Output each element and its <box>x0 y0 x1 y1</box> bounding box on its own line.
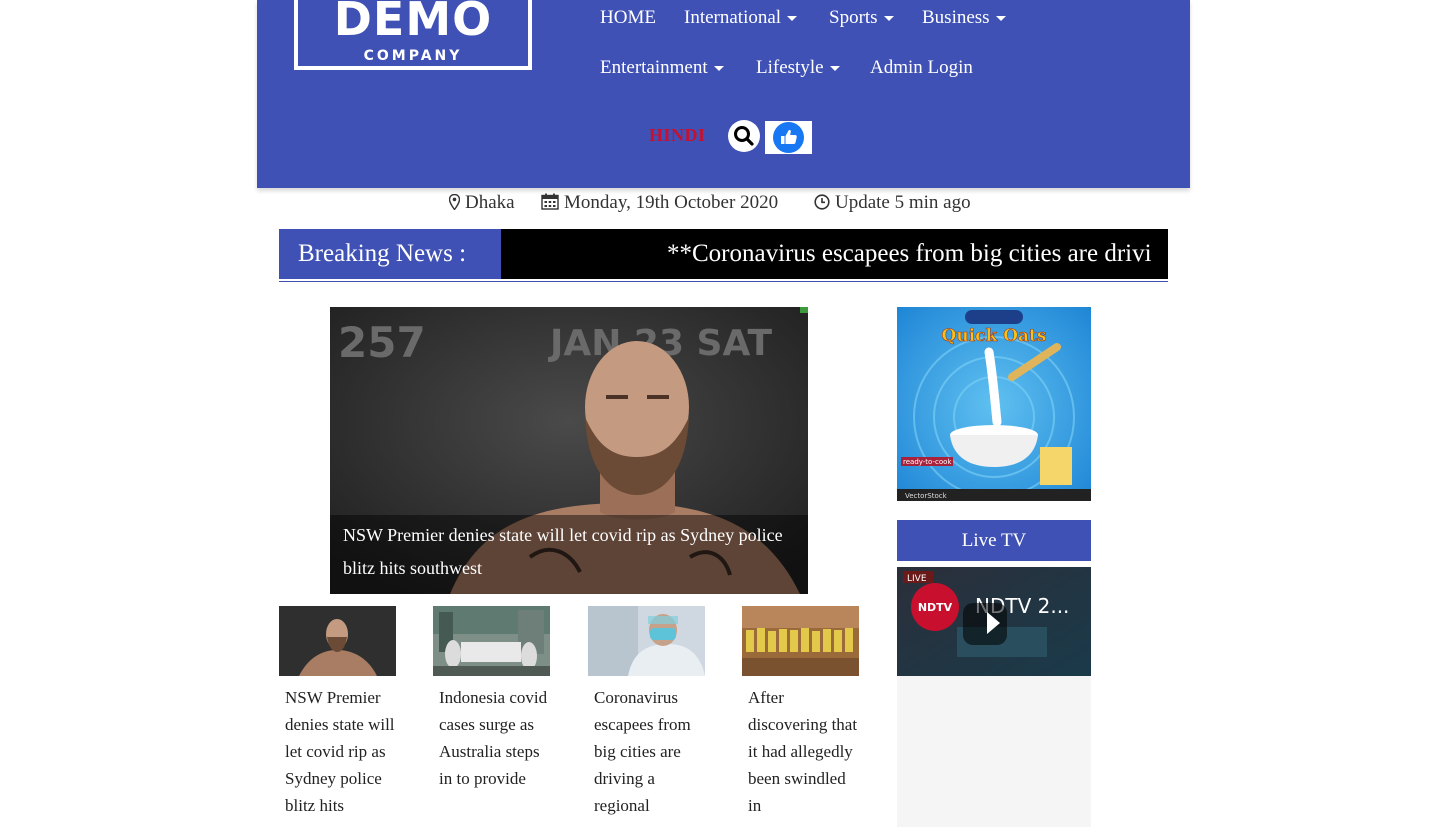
nav-entertainment-label: Entertainment <box>600 57 708 78</box>
play-button-bg <box>963 603 1007 645</box>
sidebar-advertisement[interactable]: Quick Oats ready-to-cook VectorStock <box>897 307 1091 501</box>
news-card-title[interactable]: Indonesia covid cases surge as Australia… <box>433 684 550 792</box>
ad-tag: ready-to-cook <box>903 458 952 466</box>
news-card[interactable]: NSW Premier denies state will let covid … <box>279 606 396 819</box>
nav-admin-login-label: Admin Login <box>870 57 973 78</box>
ad-footer: VectorStock <box>905 492 948 500</box>
nav-entertainment[interactable]: Entertainment <box>600 56 724 80</box>
nav-business[interactable]: Business <box>922 6 1006 30</box>
calendar-icon <box>541 193 559 210</box>
search-button[interactable] <box>728 120 760 152</box>
page: DEMO COMPANY HOME International Sports B… <box>257 0 1190 827</box>
like-button[interactable] <box>765 121 812 154</box>
news-card[interactable]: Indonesia covid cases surge as Australia… <box>433 606 550 792</box>
breaking-news-label: Breaking News : <box>279 229 501 279</box>
location-info: Dhaka <box>448 191 515 215</box>
featured-image-text-1: 257 <box>338 318 426 367</box>
news-card-thumbnail <box>279 606 396 676</box>
breaking-news-divider <box>279 281 1168 282</box>
caret-down-icon <box>883 16 894 22</box>
update-info: Update 5 min ago <box>814 191 971 215</box>
nav-international[interactable]: International <box>684 6 798 30</box>
nav-sports-label: Sports <box>829 7 878 28</box>
featured-story[interactable]: 257 JAN 23 SAT NSW Premier denies state … <box>330 307 808 594</box>
news-card-title[interactable]: Coronavirus escapees from big cities are… <box>588 684 705 819</box>
nav-lifestyle-label: Lifestyle <box>756 57 824 78</box>
news-card-thumbnail <box>742 606 859 676</box>
date-info: Monday, 19th October 2020 <box>541 191 778 215</box>
nav-admin-login[interactable]: Admin Login <box>870 56 973 80</box>
nav-home[interactable]: HOME <box>600 6 656 30</box>
ad-title: Quick Oats <box>942 326 1047 346</box>
clock-icon <box>814 194 830 210</box>
nav-lifestyle[interactable]: Lifestyle <box>756 56 840 80</box>
site-header: DEMO COMPANY HOME International Sports B… <box>257 0 1190 188</box>
news-card[interactable]: Coronavirus escapees from big cities are… <box>588 606 705 819</box>
breaking-news-bar: Breaking News : **Coronavirus escapees f… <box>279 229 1168 279</box>
search-icon <box>734 126 754 146</box>
nav-business-label: Business <box>922 7 990 28</box>
caret-down-icon <box>787 16 798 22</box>
news-card-thumbnail <box>433 606 550 676</box>
map-marker-icon <box>448 193 461 211</box>
breaking-news-text: **Coronavirus escapees from big cities a… <box>667 240 1151 267</box>
news-card-thumbnail <box>588 606 705 676</box>
live-badge: LIVE <box>907 574 927 584</box>
nav-sports[interactable]: Sports <box>829 6 894 30</box>
nav-home-label: HOME <box>600 7 656 28</box>
caret-down-icon <box>713 66 724 72</box>
site-logo[interactable]: DEMO COMPANY <box>294 0 532 70</box>
logo-main-text: DEMO <box>333 0 493 46</box>
breaking-news-ticker[interactable]: **Coronavirus escapees from big cities a… <box>501 229 1151 279</box>
date-text: Monday, 19th October 2020 <box>564 192 779 213</box>
news-card-title[interactable]: After discovering that it had allegedly … <box>742 684 859 819</box>
like-circle <box>773 122 804 153</box>
thumbs-up-icon <box>781 129 797 144</box>
caret-down-icon <box>829 66 840 72</box>
logo-sub-text: COMPANY <box>363 48 463 64</box>
news-card-title[interactable]: NSW Premier denies state will let covid … <box>279 684 396 819</box>
featured-story-headline[interactable]: NSW Premier denies state will let covid … <box>330 515 808 594</box>
hindi-language-link[interactable]: HINDI <box>649 125 706 146</box>
news-card[interactable]: After discovering that it had allegedly … <box>742 606 859 819</box>
location-text: Dhaka <box>465 192 515 213</box>
caret-down-icon <box>995 16 1006 22</box>
update-text: Update 5 min ago <box>835 192 971 213</box>
live-tv-video[interactable]: LIVE NDTV NDTV 2... <box>897 567 1091 676</box>
nav-international-label: International <box>684 7 782 28</box>
channel-logo-text: NDTV <box>918 601 953 614</box>
live-tv-heading: Live TV <box>897 520 1091 561</box>
